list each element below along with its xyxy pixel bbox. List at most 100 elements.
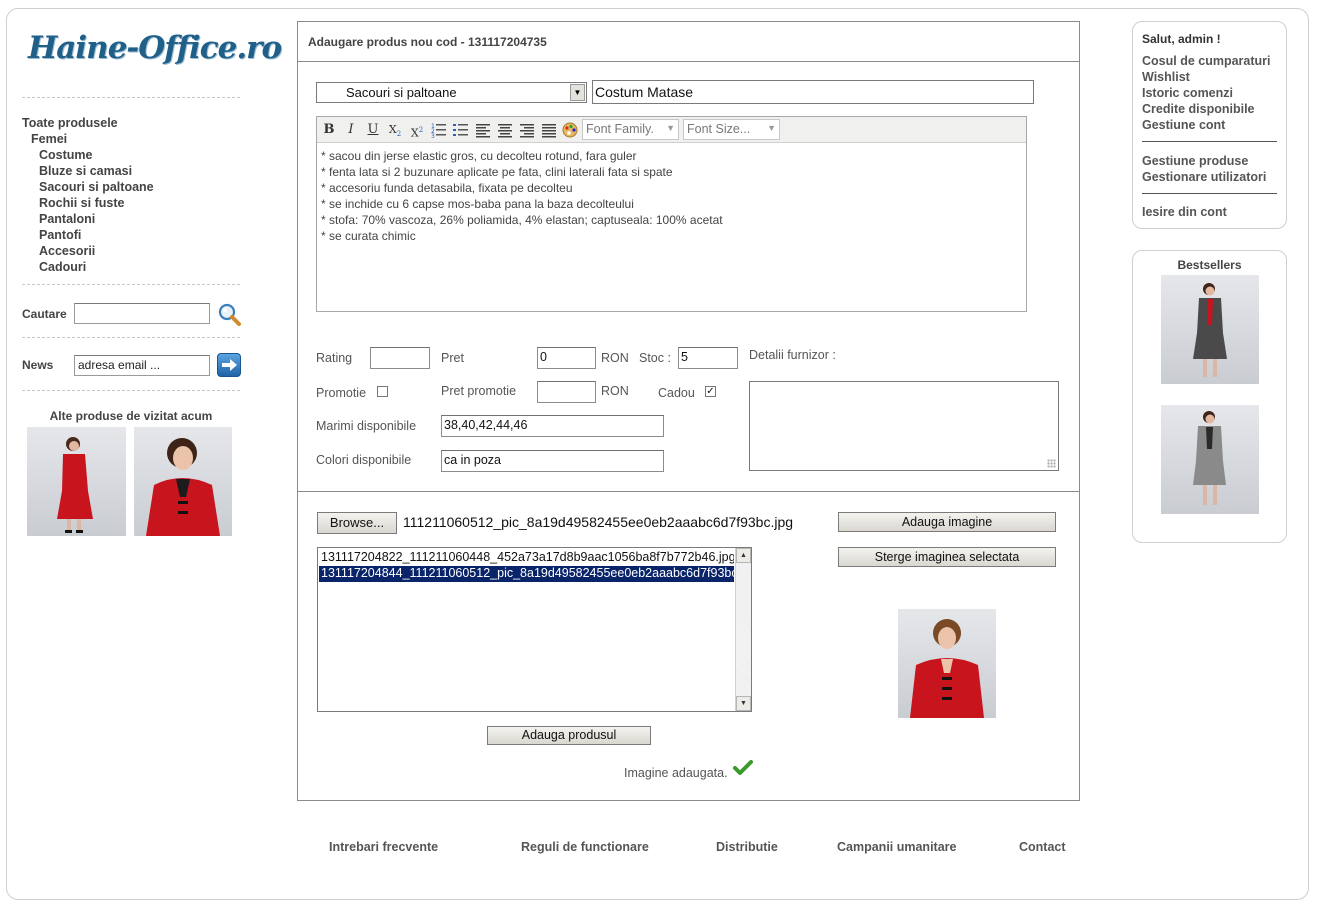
price-label: Pret — [441, 351, 464, 365]
menu-wishlist[interactable]: Wishlist — [1142, 69, 1271, 85]
divider — [22, 337, 240, 338]
bestseller-product-image[interactable] — [1161, 275, 1259, 384]
font-family-label: Font Family. — [586, 122, 654, 136]
supplier-details-textarea[interactable] — [749, 381, 1059, 471]
description-line: * se curata chimic — [321, 229, 416, 243]
category-accesorii[interactable]: Accesorii — [22, 243, 154, 259]
divider — [1142, 193, 1277, 194]
divider — [1142, 141, 1277, 142]
chevron-down-icon: ▼ — [767, 123, 776, 133]
suggested-products-title: Alte produse de vizitat acum — [49, 409, 213, 423]
category-select[interactable]: Sacouri si paltoane ▼ — [316, 82, 587, 103]
category-pantofi[interactable]: Pantofi — [22, 227, 154, 243]
arrow-right-icon — [222, 359, 237, 371]
sizes-label: Marimi disponibile — [316, 419, 417, 433]
product-name-input[interactable]: Costum Matase — [592, 80, 1034, 104]
search-icon[interactable] — [217, 302, 242, 327]
rating-input[interactable] — [370, 347, 430, 369]
unordered-list-icon[interactable] — [452, 121, 470, 139]
footer-campaigns-link[interactable]: Campanii umanitare — [837, 840, 956, 854]
menu-cart[interactable]: Cosul de cumparaturi — [1142, 53, 1271, 69]
underline-icon[interactable]: U — [364, 121, 382, 139]
add-product-button[interactable]: Adauga produsul — [487, 726, 651, 745]
scroll-down-icon[interactable]: ▼ — [736, 696, 751, 711]
description-line: * stofa: 70% vascoza, 26% poliamida, 4% … — [321, 213, 723, 227]
checkmark-icon — [733, 760, 753, 775]
align-center-icon[interactable] — [496, 121, 514, 139]
image-list[interactable]: 131117204822_111211060448_452a73a17d8b9a… — [317, 547, 752, 712]
category-select-value: Sacouri si paltoane — [346, 85, 457, 100]
menu-manage-products[interactable]: Gestiune produse — [1142, 153, 1266, 169]
divider — [298, 491, 1079, 492]
category-bluze[interactable]: Bluze si camasi — [22, 163, 154, 179]
image-list-scrollbar[interactable]: ▲ ▼ — [735, 548, 751, 711]
category-sacouri[interactable]: Sacouri si paltoane — [22, 179, 154, 195]
logout-link[interactable]: Iesire din cont — [1142, 204, 1227, 220]
footer-contact-link[interactable]: Contact — [1019, 840, 1066, 854]
image-list-item[interactable]: 131117204822_111211060448_452a73a17d8b9a… — [319, 550, 734, 566]
newsletter-submit-button[interactable] — [217, 353, 241, 377]
ordered-list-icon[interactable]: 1 2 3 — [430, 121, 448, 139]
colors-label: Colori disponibile — [316, 453, 412, 467]
account-menu: Cosul de cumparaturi Wishlist Istoric co… — [1142, 53, 1271, 133]
category-pantaloni[interactable]: Pantaloni — [22, 211, 154, 227]
category-all[interactable]: Toate produsele — [22, 115, 154, 131]
chevron-down-icon: ▼ — [666, 123, 675, 133]
promo-price-input[interactable] — [537, 381, 596, 403]
italic-icon[interactable]: I — [342, 121, 360, 139]
add-image-button[interactable]: Adauga imagine — [838, 512, 1056, 532]
gift-checkbox[interactable]: ✓ — [705, 386, 716, 397]
menu-credits[interactable]: Credite disponibile — [1142, 101, 1271, 117]
category-women[interactable]: Femei — [22, 131, 154, 147]
divider — [22, 284, 240, 285]
chevron-down-icon[interactable]: ▼ — [570, 84, 585, 101]
sizes-input[interactable]: 38,40,42,44,46 — [441, 415, 664, 437]
price-currency: RON — [601, 351, 629, 365]
divider — [298, 61, 1079, 62]
resize-grip-icon[interactable] — [1047, 459, 1056, 468]
category-rochii[interactable]: Rochii si fuste — [22, 195, 154, 211]
description-editor[interactable]: B I U X2 X2 1 2 3 Font Family. ▼ Font Si… — [316, 116, 1027, 312]
newsletter-email-input[interactable]: adresa email ... — [74, 355, 210, 376]
footer-distribution-link[interactable]: Distributie — [716, 840, 778, 854]
stock-input[interactable]: 5 — [678, 347, 738, 369]
promotion-checkbox[interactable] — [377, 386, 388, 397]
promo-price-label: Pret promotie — [441, 384, 517, 398]
align-left-icon[interactable] — [474, 121, 492, 139]
menu-manage-users[interactable]: Gestionare utilizatori — [1142, 169, 1266, 185]
promotion-label: Promotie — [316, 386, 367, 400]
scroll-up-icon[interactable]: ▲ — [736, 548, 751, 563]
align-right-icon[interactable] — [518, 121, 536, 139]
font-family-dropdown[interactable]: Font Family. ▼ — [582, 119, 679, 140]
image-list-item-selected[interactable]: 131117204844_111211060512_pic_8a19d49582… — [319, 566, 734, 582]
rating-label: Rating — [316, 351, 353, 365]
bold-icon[interactable]: B — [320, 121, 338, 139]
editor-toolbar: B I U X2 X2 1 2 3 Font Family. ▼ Font Si… — [317, 117, 1026, 143]
subscript-icon[interactable]: X2 — [386, 121, 404, 139]
category-cadouri[interactable]: Cadouri — [22, 259, 154, 275]
site-logo[interactable]: Haine-Office.ro — [28, 30, 282, 66]
editor-content[interactable]: * sacou din jerse elastic gros, cu decol… — [321, 148, 723, 244]
menu-order-history[interactable]: Istoric comenzi — [1142, 85, 1271, 101]
search-input[interactable] — [74, 303, 210, 324]
color-palette-icon[interactable] — [561, 121, 579, 139]
colors-input[interactable]: ca in poza — [441, 450, 664, 472]
bestsellers-title: Bestsellers — [1177, 258, 1242, 272]
align-justify-icon[interactable] — [540, 121, 558, 139]
menu-account[interactable]: Gestiune cont — [1142, 117, 1271, 133]
superscript-icon[interactable]: X2 — [408, 121, 426, 140]
footer-rules-link[interactable]: Reguli de functionare — [521, 840, 649, 854]
suggested-product-image[interactable] — [27, 427, 126, 536]
bestseller-product-image[interactable] — [1161, 405, 1259, 514]
browse-button[interactable]: Browse... — [317, 512, 397, 534]
delete-selected-image-button[interactable]: Sterge imaginea selectata — [838, 547, 1056, 567]
price-input[interactable]: 0 — [537, 347, 596, 369]
category-menu: Toate produsele Femei Costume Bluze si c… — [22, 115, 154, 275]
page-title: Adaugare produs nou cod - 131117204735 — [308, 35, 547, 49]
font-size-dropdown[interactable]: Font Size... ▼ — [683, 119, 780, 140]
description-line: * sacou din jerse elastic gros, cu decol… — [321, 149, 637, 163]
category-costume[interactable]: Costume — [22, 147, 154, 163]
suggested-product-image[interactable] — [134, 427, 232, 536]
greeting: Salut, admin ! — [1142, 32, 1221, 46]
footer-faq-link[interactable]: Intrebari frecvente — [329, 840, 438, 854]
